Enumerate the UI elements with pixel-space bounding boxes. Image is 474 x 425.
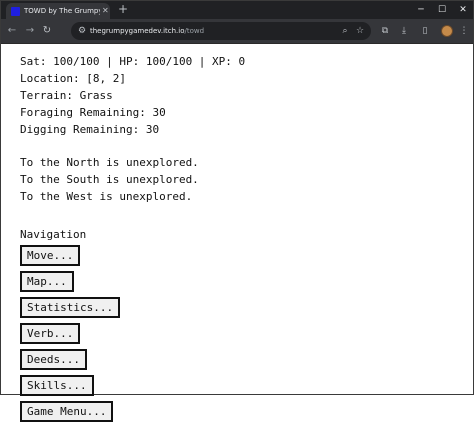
location-line: Location: [8, 2] [20,72,126,85]
new-tab-icon[interactable]: + [116,3,130,17]
extensions-icon[interactable]: ⧉ [378,23,392,39]
active-tab[interactable]: TOWD by The Grumpy GameDev ✕ [6,3,110,19]
bookmark-star-icon[interactable]: ☆ [354,24,366,38]
navigation-heading: Navigation [20,228,87,241]
map-button[interactable]: Map... [20,271,74,292]
verb-button[interactable]: Verb... [20,323,81,344]
skills-button[interactable]: Skills... [20,375,94,396]
site-info-icon[interactable]: ⚙ [78,24,86,38]
statistics-button[interactable]: Statistics... [20,297,121,318]
reload-icon[interactable]: ↻ [40,23,54,39]
back-icon[interactable]: ← [5,23,19,39]
browser-window: TOWD by The Grumpy GameDev ✕ + ─ ☐ ✕ ← →… [0,0,474,422]
side-panel-icon[interactable]: ▯ [418,23,432,39]
terrain-line: Terrain: Grass [20,89,113,102]
url-text: thegrumpygamedev.itch.io/towd [90,24,204,38]
tab-close-icon[interactable]: ✕ [102,5,109,17]
exploration-north: To the North is unexplored. [20,156,199,169]
digging-line: Digging Remaining: 30 [20,123,160,136]
minimize-icon[interactable]: ─ [412,2,430,18]
zoom-icon[interactable]: ⌕ [339,24,351,38]
maximize-icon[interactable]: ☐ [433,2,451,18]
game-menu-button[interactable]: Game Menu... [20,401,114,422]
foraging-line: Foraging Remaining: 30 [20,106,166,119]
navigation-buttons: Move... Map... Statistics... Verb... Dee… [20,243,245,425]
tab-title: TOWD by The Grumpy GameDev [24,7,100,15]
menu-kebab-icon[interactable]: ⋮ [457,23,471,39]
tab-strip: TOWD by The Grumpy GameDev ✕ + ─ ☐ ✕ [1,1,473,19]
exploration-west: To the West is unexplored. [20,190,193,203]
deeds-button[interactable]: Deeds... [20,349,87,370]
move-button[interactable]: Move... [20,245,81,266]
url-host: thegrumpygamedev.itch.io [90,27,185,35]
exploration-south: To the South is unexplored. [20,173,199,186]
address-bar[interactable]: ⚙ thegrumpygamedev.itch.io/towd ⌕ ☆ [71,22,371,40]
profile-avatar[interactable] [441,25,453,37]
url-path: /towd [184,27,205,35]
browser-toolbar: ← → ↻ ⚙ thegrumpygamedev.itch.io/towd ⌕ … [1,19,473,44]
download-icon[interactable]: ⤓ [397,23,411,39]
close-window-icon[interactable]: ✕ [454,2,472,18]
game-page: Sat: 100/100 | HP: 100/100 | XP: 0 Locat… [20,53,245,425]
site-favicon-icon [11,7,20,16]
stats-line: Sat: 100/100 | HP: 100/100 | XP: 0 [20,55,246,68]
forward-icon[interactable]: → [23,23,37,39]
